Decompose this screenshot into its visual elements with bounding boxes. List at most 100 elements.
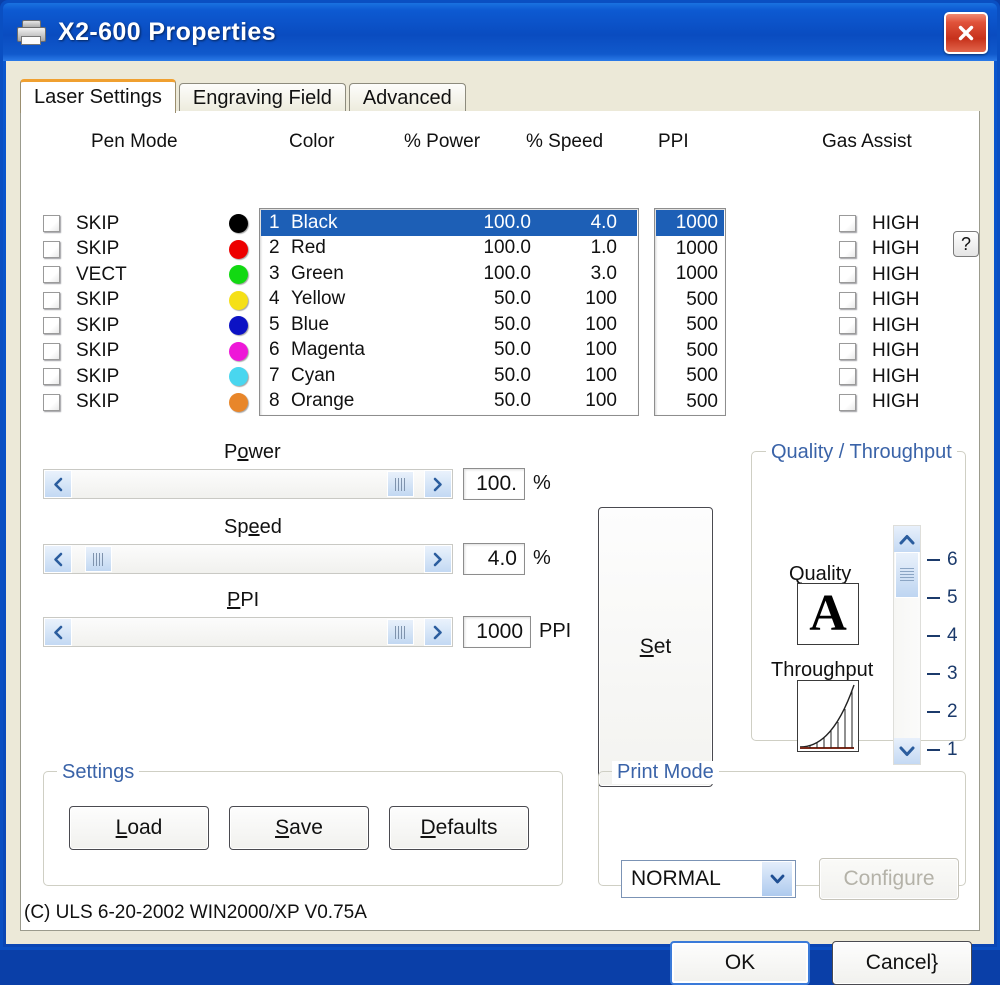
gas-assist-checkbox[interactable] xyxy=(839,317,856,335)
pen-power: 50.0 xyxy=(494,390,531,412)
ppi-list-item[interactable]: 500 xyxy=(656,312,724,338)
table-row[interactable]: 7 Cyan 50.0 100 xyxy=(261,363,637,389)
power-unit-label: % xyxy=(533,472,551,494)
pen-mode-checkbox[interactable] xyxy=(43,393,60,411)
header-speed: % Speed xyxy=(526,131,604,152)
defaults-button[interactable]: Defaults xyxy=(389,806,529,850)
throughput-icon xyxy=(797,680,859,752)
ppi-list-item[interactable]: 1000 xyxy=(656,236,724,262)
pen-settings-list[interactable]: 1 Black 100.0 4.0 2 Red 100.0 1.0 3 Green 100.0 3.0… xyxy=(259,208,639,416)
ppi-slider-label: PPI xyxy=(227,589,260,611)
speed-slider-right-arrow[interactable] xyxy=(424,545,452,573)
table-row[interactable]: 3 Green 100.0 3.0 xyxy=(261,261,637,287)
tab-engraving-field[interactable]: Engraving Field xyxy=(178,83,346,113)
table-row[interactable]: 4 Yellow 50.0 100 xyxy=(261,287,637,313)
gas-assist-checkbox[interactable] xyxy=(839,266,856,284)
table-row[interactable]: 5 Blue 50.0 100 xyxy=(261,312,637,338)
ppi-slider[interactable] xyxy=(43,617,453,647)
quality-icon: A xyxy=(797,583,859,645)
speed-slider-track[interactable] xyxy=(72,545,424,573)
ppi-slider-left-arrow[interactable] xyxy=(44,618,72,646)
gas-assist-checkbox[interactable] xyxy=(839,240,856,258)
ppi-list-item[interactable]: 1000 xyxy=(656,261,724,287)
power-slider-track[interactable] xyxy=(72,470,424,498)
ppi-list-item[interactable]: 500 xyxy=(656,389,724,415)
gas-assist-checkbox[interactable] xyxy=(839,368,856,386)
color-swatch-row xyxy=(229,211,248,237)
set-button[interactable]: Set xyxy=(598,507,713,787)
pen-mode-checkbox[interactable] xyxy=(43,342,60,360)
speed-slider-left-arrow[interactable] xyxy=(44,545,72,573)
pen-color-name: Orange xyxy=(291,390,355,412)
quality-throughput-scrollbar[interactable] xyxy=(893,525,921,765)
power-slider-right-arrow[interactable] xyxy=(424,470,452,498)
table-row[interactable]: 6 Magenta 50.0 100 xyxy=(261,338,637,364)
gas-assist-row: HIGH xyxy=(839,390,920,416)
speed-slider[interactable] xyxy=(43,544,453,574)
laser-settings-panel: Pen Mode Color % Power % Speed PPI Gas A… xyxy=(20,111,980,931)
pen-mode-row: SKIP xyxy=(43,364,127,390)
ok-button[interactable]: OK xyxy=(670,941,810,985)
ppi-slider-right-arrow[interactable] xyxy=(424,618,452,646)
pen-mode-checkbox[interactable] xyxy=(43,266,60,284)
power-slider-label: Power xyxy=(224,441,281,463)
power-slider[interactable] xyxy=(43,469,453,499)
properties-dialog-window: X2-600 Properties Laser Settings Engravi… xyxy=(0,0,1000,985)
tab-strip: Laser Settings Engraving Field Advanced xyxy=(20,79,469,113)
ppi-list[interactable]: 1000 1000 1000 500 500 500 500 500 xyxy=(654,208,726,416)
pen-mode-checkbox[interactable] xyxy=(43,240,60,258)
pen-speed: 100 xyxy=(585,364,617,386)
cancel-button[interactable]: Cancel } xyxy=(832,941,972,985)
pen-mode-label: SKIP xyxy=(76,391,120,413)
pen-mode-label: SKIP xyxy=(76,314,120,336)
chevron-down-icon[interactable] xyxy=(761,861,793,897)
ppi-list-item[interactable]: 500 xyxy=(656,338,724,364)
speed-slider-thumb[interactable] xyxy=(85,546,112,572)
ppi-list-item[interactable]: 1000 xyxy=(656,210,724,236)
quality-scroll-up-arrow[interactable] xyxy=(894,526,920,552)
table-row[interactable]: 2 Red 100.0 1.0 xyxy=(261,236,637,262)
color-swatch xyxy=(229,367,248,387)
pen-mode-checkbox[interactable] xyxy=(43,215,60,233)
pen-mode-label: SKIP xyxy=(76,238,120,260)
power-slider-left-arrow[interactable] xyxy=(44,470,72,498)
ppi-slider-thumb[interactable] xyxy=(387,619,415,645)
gas-assist-checkbox[interactable] xyxy=(839,215,856,233)
gas-assist-checkbox[interactable] xyxy=(839,291,856,309)
load-button[interactable]: Load xyxy=(69,806,209,850)
pen-speed: 4.0 xyxy=(590,211,617,233)
ppi-slider-track[interactable] xyxy=(72,618,424,646)
pen-index: 4 xyxy=(269,288,280,310)
pen-mode-checkbox[interactable] xyxy=(43,317,60,335)
header-gas-assist: Gas Assist xyxy=(822,131,912,152)
power-value-input[interactable]: 100. xyxy=(463,468,525,500)
gas-assist-checkbox[interactable] xyxy=(839,393,856,411)
window-title: X2-600 Properties xyxy=(58,17,277,46)
ppi-list-item[interactable]: 500 xyxy=(656,363,724,389)
ppi-value-input[interactable]: 1000 xyxy=(463,616,531,648)
pen-speed: 100 xyxy=(585,339,617,361)
close-icon[interactable] xyxy=(944,12,988,54)
table-row[interactable]: 1 Black 100.0 4.0 xyxy=(261,210,637,236)
save-button[interactable]: Save xyxy=(229,806,369,850)
quality-scroll-thumb[interactable] xyxy=(895,552,919,598)
quality-scroll-down-arrow[interactable] xyxy=(894,738,920,764)
power-slider-thumb[interactable] xyxy=(387,471,415,497)
pen-mode-checkbox[interactable] xyxy=(43,368,60,386)
pen-mode-checkbox[interactable] xyxy=(43,291,60,309)
tab-laser-settings[interactable]: Laser Settings xyxy=(20,79,176,113)
speed-value-input[interactable]: 4.0 xyxy=(463,543,525,575)
table-row[interactable]: 8 Orange 50.0 100 xyxy=(261,389,637,415)
gas-assist-checkbox[interactable] xyxy=(839,342,856,360)
settings-group-title: Settings xyxy=(57,761,140,784)
help-icon[interactable]: ? xyxy=(953,231,979,257)
pen-mode-label: SKIP xyxy=(76,365,120,387)
header-color: Color xyxy=(289,131,335,152)
title-bar[interactable]: X2-600 Properties xyxy=(3,3,997,61)
copyright-text: (C) ULS 6-20-2002 WIN2000/XP V0.75A xyxy=(24,902,367,923)
ppi-list-item[interactable]: 500 xyxy=(656,287,724,313)
color-swatch-row xyxy=(229,364,248,390)
print-mode-select[interactable]: NORMAL xyxy=(621,860,796,898)
tab-advanced[interactable]: Advanced xyxy=(348,83,466,113)
pen-mode-label: SKIP xyxy=(76,340,120,362)
